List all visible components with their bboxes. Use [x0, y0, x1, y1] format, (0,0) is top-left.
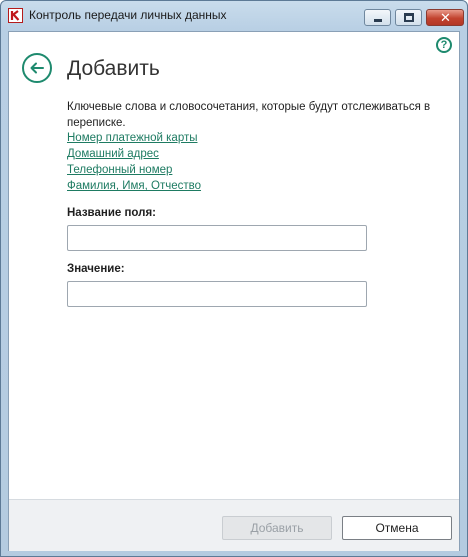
description-text: Ключевые слова и словосочетания, которые… — [67, 101, 431, 129]
close-button[interactable]: ✕ — [426, 9, 464, 26]
add-button[interactable]: Добавить — [222, 516, 332, 540]
maximize-button[interactable] — [395, 9, 422, 26]
arrow-left-icon — [30, 62, 44, 74]
app-logo-icon — [8, 8, 23, 23]
link-phone-number[interactable]: Телефонный номер — [67, 162, 201, 178]
window-title: Контроль передачи личных данных — [29, 8, 227, 22]
link-full-name[interactable]: Фамилия, Имя, Отчество — [67, 178, 201, 194]
close-icon: ✕ — [440, 10, 451, 25]
field-name-input[interactable] — [67, 225, 367, 251]
minimize-icon — [374, 19, 382, 22]
title-bar[interactable]: Контроль передачи личных данных ✕ — [1, 1, 467, 31]
dialog-content: ? Добавить Ключевые слова и словосочетан… — [8, 31, 460, 551]
field-name-label: Название поля: — [67, 207, 157, 219]
link-home-address[interactable]: Домашний адрес — [67, 146, 201, 162]
maximize-icon — [404, 13, 414, 22]
value-label: Значение: — [67, 263, 125, 275]
cancel-button[interactable]: Отмена — [342, 516, 452, 540]
dialog-window: Контроль передачи личных данных ✕ ? Доба… — [0, 0, 468, 557]
link-card-number[interactable]: Номер платежной карты — [67, 130, 201, 146]
back-button[interactable] — [22, 53, 52, 83]
help-icon[interactable]: ? — [436, 37, 452, 53]
dialog-footer: Добавить Отмена — [9, 499, 459, 551]
minimize-button[interactable] — [364, 9, 391, 26]
value-input[interactable] — [67, 281, 367, 307]
suggestion-links: Номер платежной карты Домашний адрес Тел… — [67, 130, 201, 194]
page-title: Добавить — [67, 57, 160, 80]
